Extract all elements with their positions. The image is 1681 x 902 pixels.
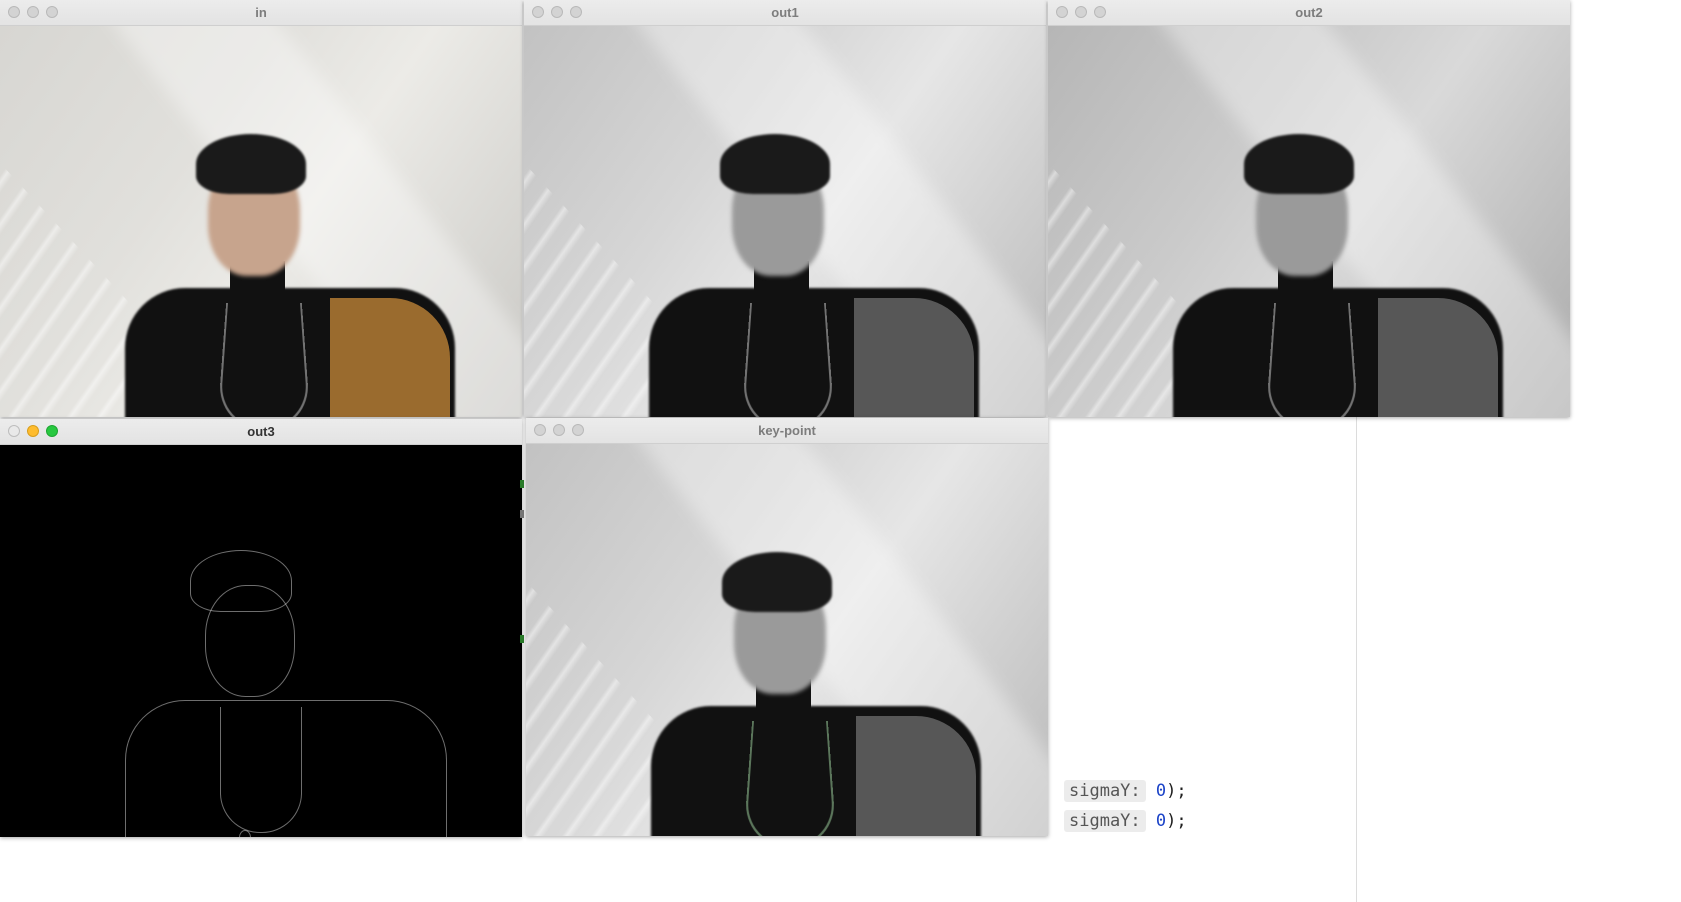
edge-detection-image xyxy=(0,445,522,837)
keypoint-photo xyxy=(526,444,1048,836)
window-title: out3 xyxy=(247,424,275,439)
image-view xyxy=(1048,26,1570,417)
blurred-grayscale-photo xyxy=(1048,26,1570,417)
grayscale-photo xyxy=(524,26,1046,417)
window-in[interactable]: in xyxy=(0,0,522,417)
window-title: key-point xyxy=(758,423,816,438)
param-hint-label: sigmaY: xyxy=(1064,810,1146,832)
code-suffix: ); xyxy=(1166,811,1187,831)
window-titlebar[interactable]: out2 xyxy=(1048,0,1570,26)
image-view xyxy=(0,26,522,417)
code-line-2[interactable]: sigmaY: 0); xyxy=(1064,808,1187,834)
window-out1[interactable]: out1 xyxy=(524,0,1046,417)
window-title: in xyxy=(255,5,267,20)
number-literal: 0 xyxy=(1155,811,1167,831)
window-titlebar[interactable]: out3 xyxy=(0,419,522,445)
window-titlebar[interactable]: key-point xyxy=(526,418,1048,444)
code-suffix: ); xyxy=(1166,781,1187,801)
image-view xyxy=(524,26,1046,417)
window-out3[interactable]: out3 xyxy=(0,419,522,837)
code-line-1[interactable]: sigmaY: 0); xyxy=(1064,778,1187,804)
window-key-point[interactable]: key-point xyxy=(526,418,1048,836)
param-hint-label: sigmaY: xyxy=(1064,780,1146,802)
number-literal: 0 xyxy=(1155,781,1167,801)
window-title: out1 xyxy=(771,5,799,20)
image-view xyxy=(526,444,1048,836)
window-out2[interactable]: out2 xyxy=(1048,0,1570,417)
color-photo xyxy=(0,26,522,417)
window-titlebar[interactable]: in xyxy=(0,0,522,26)
window-title: out2 xyxy=(1295,5,1323,20)
window-titlebar[interactable]: out1 xyxy=(524,0,1046,26)
